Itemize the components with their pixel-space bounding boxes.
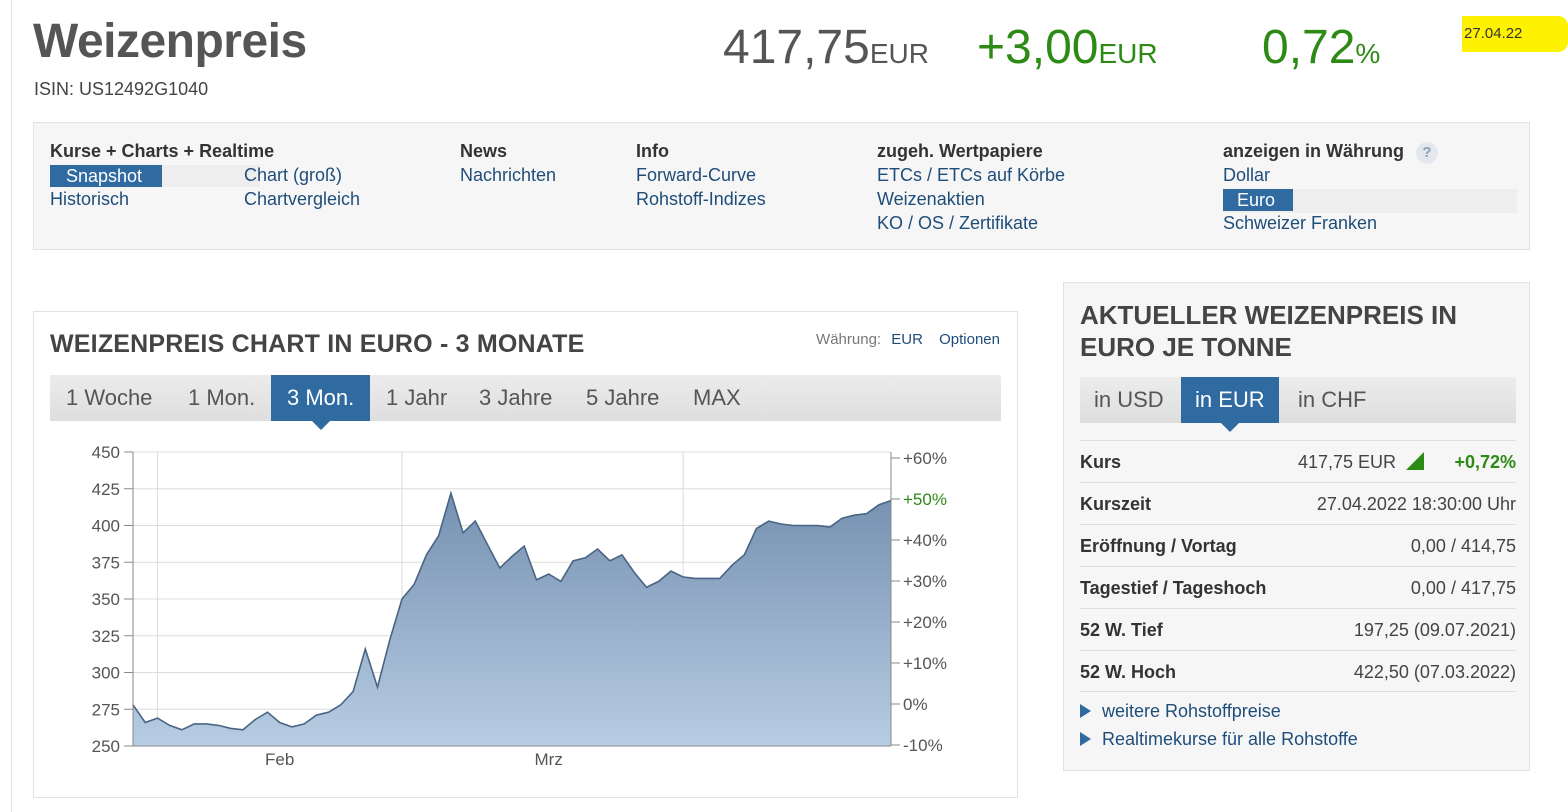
y2-tick-label: 0% <box>903 695 928 714</box>
nav-col-info: Info Forward-Curve Rohstoff-Indizes <box>636 141 766 213</box>
row-label: Tagestief / Tageshoch <box>1080 578 1267 598</box>
row-value: 422,50 (07.03.2022) <box>1353 662 1516 682</box>
change-pct-value: 0,72 <box>1262 21 1356 74</box>
date-highlight: 27.04.22 <box>1462 16 1568 52</box>
price-change-percent: 0,72% <box>1262 20 1380 75</box>
nav-item-dollar[interactable]: Dollar <box>1223 165 1517 189</box>
y-tick-label: 400 <box>92 517 120 536</box>
waehrung-heading-text: anzeigen in Währung <box>1223 141 1405 161</box>
row-label: Eröffnung / Vortag <box>1080 536 1237 556</box>
nav-item-chart-gross[interactable]: Chart (groß) <box>244 165 342 189</box>
price-value: 417,75 <box>723 21 870 74</box>
row-label: 52 W. Hoch <box>1080 662 1177 682</box>
y-tick-label: 350 <box>92 590 120 609</box>
arrow-right-icon <box>1080 704 1091 718</box>
summary-table: Kurs 417,75 EUR +0,72% Kurszeit 27.04.20… <box>1080 440 1516 692</box>
chart-panel: WEIZENPREIS CHART IN EURO - 3 MONATE Wäh… <box>33 311 1018 798</box>
nav-col-news: News Nachrichten <box>460 141 556 189</box>
page-title: Weizenpreis <box>33 15 307 68</box>
y2-tick-label: +50% <box>903 490 947 509</box>
nav-col-waehrung: anzeigen in Währung? Dollar Euro Schweiz… <box>1223 141 1517 237</box>
nav-item-weizenaktien[interactable]: Weizenaktien <box>877 189 1065 213</box>
y-tick-label: 375 <box>92 553 120 572</box>
y-tick-label: 450 <box>92 443 120 462</box>
nav-item-ko-os-zertifikate[interactable]: KO / OS / Zertifikate <box>877 213 1065 237</box>
y-tick-label: 275 <box>92 700 120 719</box>
price-chart: 250 275 300 325 350 375 400 425 450 -10% 0% +10% +20… <box>92 443 947 769</box>
nav-item-etcs[interactable]: ETCs / ETCs auf Körbe <box>877 165 1065 189</box>
nav-item-schweizer-franken[interactable]: Schweizer Franken <box>1223 213 1517 237</box>
price-area-fill <box>133 493 891 746</box>
nav-heading-info: Info <box>636 141 669 161</box>
tab-in-chf[interactable]: in CHF <box>1284 377 1380 423</box>
currency-tabs: in USD in EUR in CHF <box>1080 377 1516 432</box>
row-label: Kurszeit <box>1080 494 1152 514</box>
link-weitere-rohstoffpreise[interactable]: weitere Rohstoffpreise <box>1080 701 1358 729</box>
tab-in-eur[interactable]: in EUR <box>1181 377 1279 432</box>
nav-heading-waehrung: anzeigen in Währung? <box>1223 141 1517 165</box>
nav-item-snapshot[interactable]: Snapshot <box>50 165 162 187</box>
arrow-right-icon <box>1080 732 1091 746</box>
y-tick-label: 250 <box>92 737 120 756</box>
help-icon[interactable]: ? <box>1416 142 1439 164</box>
nav-item-rohstoff-indizes[interactable]: Rohstoff-Indizes <box>636 189 766 213</box>
row-52w-hoch: 52 W. Hoch 422,50 (07.03.2022) <box>1080 650 1516 692</box>
change-value: +3,00 <box>977 21 1099 74</box>
nav-col-kurse: Kurse + Charts + Realtime Snapshot Chart… <box>50 141 450 213</box>
row-value: 0,00 / 417,75 <box>1410 578 1516 598</box>
change-pct-unit: % <box>1355 38 1381 69</box>
more-links: weitere Rohstoffpreise Realtimekurse für… <box>1080 701 1358 757</box>
nav-item-historisch[interactable]: Historisch <box>50 189 129 213</box>
row-eroeffnung-vortag: Eröffnung / Vortag 0,00 / 414,75 <box>1080 524 1516 566</box>
row-label: 52 W. Tief <box>1080 620 1163 640</box>
nav-item-euro[interactable]: Euro <box>1223 189 1293 211</box>
row-52w-tief: 52 W. Tief 197,25 (09.07.2021) <box>1080 608 1516 650</box>
page-left-border <box>11 0 12 812</box>
summary-title: AKTUELLER WEIZENPREIS IN EURO JE TONNE <box>1080 300 1458 362</box>
nav-heading-wertpapiere: zugeh. Wertpapiere <box>877 141 1043 161</box>
y2-tick-label: +60% <box>903 449 947 468</box>
nav-item-chartvergleich[interactable]: Chartvergleich <box>244 189 360 213</box>
row-value: 0,00 / 414,75 <box>1410 536 1516 556</box>
tab-in-usd[interactable]: in USD <box>1080 377 1178 423</box>
nav-item-nachrichten[interactable]: Nachrichten <box>460 165 556 189</box>
link-text: weitere Rohstoffpreise <box>1102 701 1281 721</box>
y-tick-label: 300 <box>92 664 120 683</box>
row-change-pct: +0,72% <box>1454 452 1516 472</box>
current-price: 417,75EUR <box>723 20 929 75</box>
isin-label: ISIN: US12492G1040 <box>34 79 209 99</box>
row-kurs: Kurs 417,75 EUR +0,72% <box>1080 440 1516 482</box>
x-tick-label: Feb <box>265 750 294 769</box>
price-summary-panel: AKTUELLER WEIZENPREIS IN EURO JE TONNE i… <box>1063 282 1530 771</box>
y-tick-label: 325 <box>92 627 120 646</box>
y2-tick-label: +30% <box>903 572 947 591</box>
sub-navigation: Kurse + Charts + Realtime Snapshot Chart… <box>33 122 1530 250</box>
nav-item-forward-curve[interactable]: Forward-Curve <box>636 165 766 189</box>
row-kurszeit: Kurszeit 27.04.2022 18:30:00 Uhr <box>1080 482 1516 524</box>
row-value: 197,25 (09.07.2021) <box>1353 620 1516 640</box>
row-label: Kurs <box>1080 452 1122 472</box>
link-realtimekurse[interactable]: Realtimekurse für alle Rohstoffe <box>1080 729 1358 757</box>
price-unit: EUR <box>869 38 929 69</box>
link-text: Realtimekurse für alle Rohstoffe <box>1102 729 1358 749</box>
price-change: +3,00EUR <box>977 20 1158 75</box>
row-value: 417,75 EUR <box>1297 452 1396 472</box>
x-tick-label: Mrz <box>535 750 563 769</box>
nav-heading-kurse: Kurse + Charts + Realtime <box>50 141 275 161</box>
row-tagestief-tageshoch: Tagestief / Tageshoch 0,00 / 417,75 <box>1080 566 1516 608</box>
y-tick-label: 425 <box>92 480 120 499</box>
y2-tick-label: +40% <box>903 531 947 550</box>
y2-tick-label: +20% <box>903 613 947 632</box>
nav-col-wertpapiere: zugeh. Wertpapiere ETCs / ETCs auf Körbe… <box>877 141 1065 237</box>
y2-tick-label: -10% <box>903 736 943 755</box>
nav-heading-news: News <box>460 141 508 161</box>
trend-up-icon <box>1406 452 1424 470</box>
row-value: 27.04.2022 18:30:00 Uhr <box>1316 494 1516 514</box>
change-unit: EUR <box>1098 38 1158 69</box>
y2-tick-label: +10% <box>903 654 947 673</box>
